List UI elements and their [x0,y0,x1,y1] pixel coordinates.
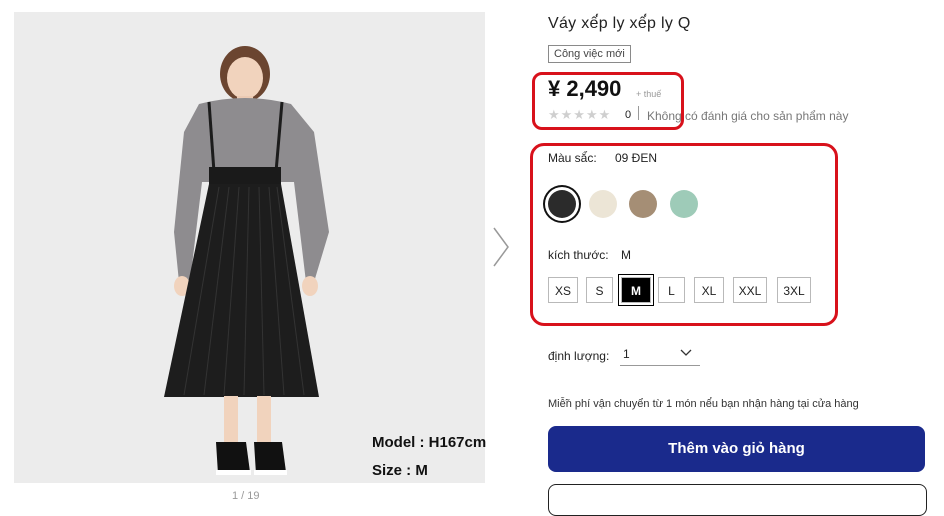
product-price: ¥ 2,490 [548,76,622,101]
color-swatch-brown[interactable] [629,190,657,218]
rating-stars-icon: ★★★★★ [548,107,612,122]
color-swatch-cream[interactable] [589,190,617,218]
chevron-down-icon [680,349,692,356]
size-option-xl[interactable]: XL [694,277,724,303]
model-size-caption: Size : M [372,462,428,479]
secondary-action-button[interactable] [548,484,927,516]
review-count: 0 [625,109,632,121]
shipping-note: Miễ̃n phí vận chuyển từ 1 món nế́u bạn n… [548,398,859,410]
size-option-3xl[interactable]: 3XL [777,277,811,303]
review-divider [638,106,639,120]
product-title: Váy xế́p ly xế́p ly Q [548,15,691,32]
new-arrival-badge: Công việc mới [548,45,631,63]
model-illustration [14,12,485,483]
next-image-arrow-icon[interactable] [488,224,514,270]
add-to-cart-button[interactable]: Thêm vào giỏ hàng [548,426,925,472]
size-option-s[interactable]: S [586,277,613,303]
size-value: M [621,248,631,262]
color-swatch-mint[interactable] [670,190,698,218]
quantity-label: định lượng: [548,349,610,363]
size-option-xs[interactable]: XS [548,277,578,303]
color-value: 09 ĐEN [615,151,658,165]
no-review-text: Không có đánh giá cho sản phẩm này [647,109,849,123]
size-option-l[interactable]: L [658,277,685,303]
image-pager: 1 / 19 [232,490,260,502]
color-label: Màu sắ́c: [548,151,597,165]
size-option-m[interactable]: M [618,274,654,306]
size-label: kích thước: [548,248,609,262]
model-height-caption: Model : H167cm [372,434,487,451]
quantity-select[interactable]: 1 [620,345,700,366]
size-option-xxl[interactable]: XXL [733,277,767,303]
quantity-value: 1 [623,347,630,361]
color-swatch-black[interactable] [548,190,576,218]
product-image[interactable] [14,12,485,483]
tax-note: + thuế [636,89,662,99]
